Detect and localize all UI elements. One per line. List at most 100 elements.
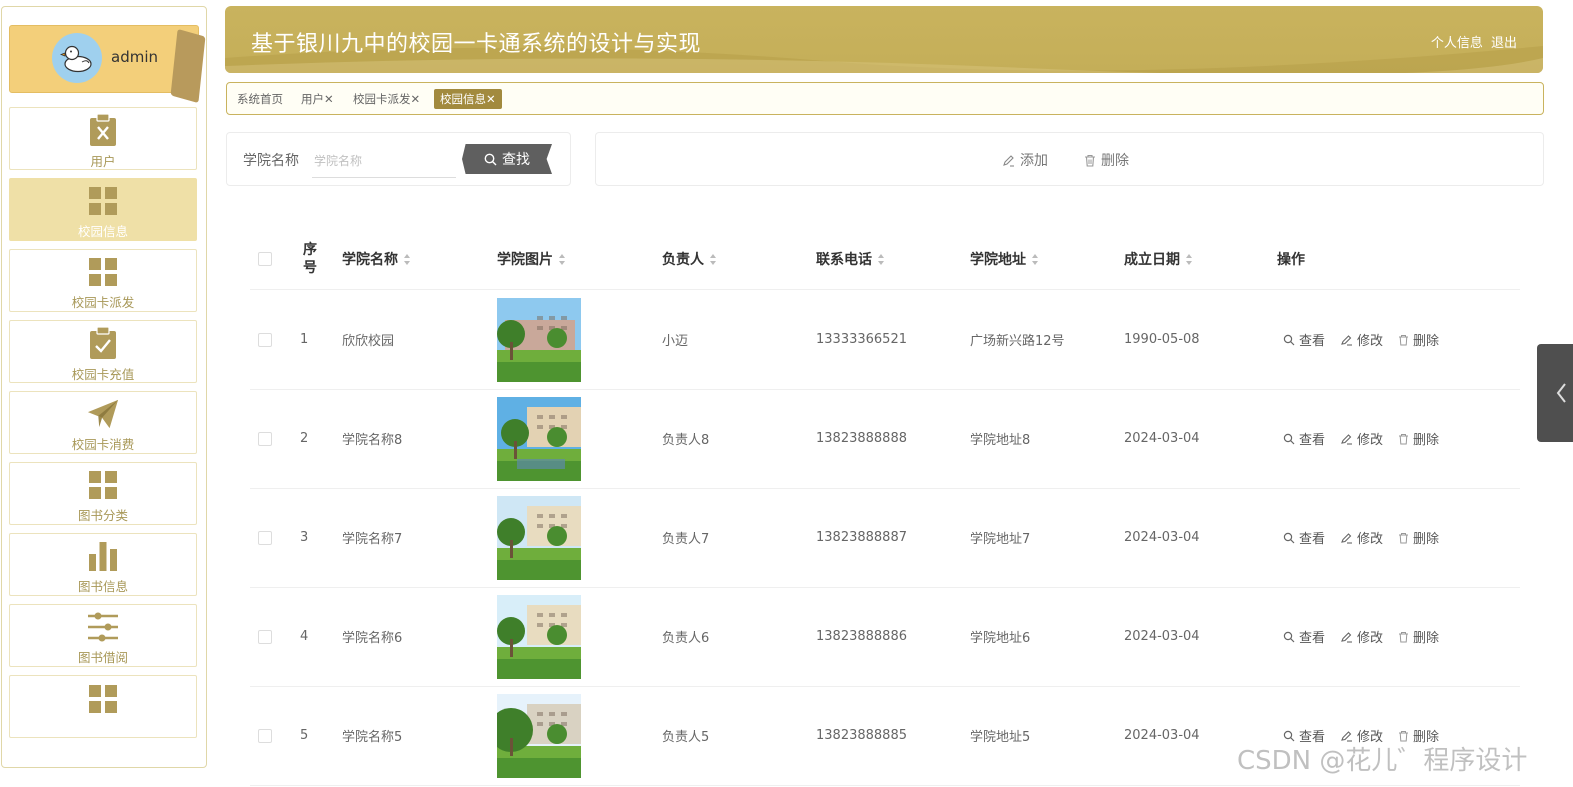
delete-button-label: 删除 — [1101, 153, 1129, 169]
logout-link[interactable]: 退出 — [1491, 36, 1517, 51]
view-button[interactable]: 查看 — [1283, 330, 1325, 349]
search-button-label: 查找 — [502, 152, 530, 168]
cell-phone: 13823888887 — [816, 530, 907, 545]
col-date-header[interactable]: 成立日期 — [1124, 230, 1193, 288]
sidebar-item-book-borrow[interactable]: 图书借阅 — [9, 604, 197, 667]
col-header-label: 联系电话 — [816, 252, 872, 268]
cell-index: 1 — [300, 332, 309, 347]
close-icon[interactable]: ✕ — [324, 92, 334, 106]
side-panel-toggle[interactable] — [1537, 344, 1573, 442]
pencil-icon — [1003, 154, 1014, 167]
cell-date: 2024-03-04 — [1124, 629, 1200, 644]
row-checkbox[interactable] — [258, 389, 272, 488]
header-links: 个人信息 退出 — [1427, 32, 1517, 51]
sort-icon[interactable] — [1186, 253, 1193, 265]
college-image[interactable] — [497, 594, 581, 679]
delete-label: 删除 — [1413, 631, 1440, 646]
sidebar-item-campus-info[interactable]: 校园信息 — [9, 178, 197, 241]
cell-date: 2024-03-04 — [1124, 530, 1200, 545]
cell-leader: 负责人6 — [662, 631, 710, 646]
view-label: 查看 — [1299, 631, 1326, 646]
sort-icon[interactable] — [710, 253, 717, 265]
tab-campus-info[interactable]: 校园信息✕ — [434, 89, 502, 109]
search-button[interactable]: 查找 — [462, 144, 552, 174]
col-address-header[interactable]: 学院地址 — [970, 230, 1039, 288]
sidebar-item-book-category[interactable]: 图书分类 — [9, 462, 197, 525]
view-label: 查看 — [1299, 532, 1326, 547]
view-button[interactable]: 查看 — [1283, 627, 1325, 646]
sort-icon[interactable] — [1032, 253, 1039, 265]
cell-leader: 负责人5 — [662, 730, 710, 745]
sidebar-item-card-issue[interactable]: 校园卡派发 — [9, 249, 197, 312]
sort-icon[interactable] — [878, 253, 885, 265]
row-checkbox[interactable] — [258, 488, 272, 587]
college-image[interactable] — [497, 297, 581, 382]
edit-label: 修改 — [1357, 433, 1384, 448]
close-icon[interactable]: ✕ — [486, 92, 496, 106]
close-icon[interactable]: ✕ — [411, 92, 421, 106]
row-checkbox[interactable] — [258, 686, 272, 785]
col-leader-header[interactable]: 负责人 — [662, 230, 717, 288]
row-checkbox[interactable] — [258, 587, 272, 686]
cell-address: 学院地址7 — [970, 532, 1031, 547]
tab-home[interactable]: 系统首页 — [237, 89, 283, 109]
college-image[interactable] — [497, 495, 581, 580]
cell-index: 3 — [300, 530, 309, 545]
grid-icon — [87, 255, 119, 288]
add-button-label: 添加 — [1020, 153, 1048, 169]
delete-row-button[interactable]: 删除 — [1398, 330, 1439, 349]
col-phone-header[interactable]: 联系电话 — [816, 230, 885, 288]
edit-button[interactable]: 修改 — [1340, 429, 1383, 448]
sidebar-item-card-recharge[interactable]: 校园卡充值 — [9, 320, 197, 383]
paper-plane-icon — [87, 397, 119, 430]
add-button[interactable]: 添加 — [1002, 150, 1048, 170]
trash-icon — [1085, 154, 1095, 167]
watermark: CSDN @花儿゛程序设计 — [1237, 746, 1528, 776]
cell-phone: 13823888885 — [816, 728, 907, 743]
cell-image — [497, 389, 581, 488]
edit-button[interactable]: 修改 — [1340, 528, 1383, 547]
delete-row-button[interactable]: 删除 — [1398, 627, 1439, 646]
delete-label: 删除 — [1413, 433, 1440, 448]
pencil-icon — [1341, 334, 1353, 346]
college-image[interactable] — [497, 693, 581, 778]
clipboard-x-icon — [87, 113, 119, 147]
sort-icon[interactable] — [404, 253, 411, 265]
cell-address: 广场新兴路12号 — [970, 334, 1065, 349]
sidebar-item-card-consume[interactable]: 校园卡消费 — [9, 391, 197, 454]
trash-icon — [1399, 631, 1409, 642]
college-image[interactable] — [497, 396, 581, 481]
sidebar-item-book-info[interactable]: 图书信息 — [9, 533, 197, 596]
cell-address: 学院地址8 — [970, 433, 1031, 448]
col-ops-header: 操作 — [1277, 252, 1305, 268]
search-input[interactable] — [312, 145, 456, 178]
tab-label: 校园卡派发 — [353, 92, 411, 106]
sidebar-item-more[interactable] — [9, 675, 197, 738]
view-button[interactable]: 查看 — [1283, 528, 1325, 547]
view-button[interactable]: 查看 — [1283, 429, 1325, 448]
sidebar-item-label: 图书借阅 — [77, 650, 128, 665]
sidebar-item-label: 校园卡充值 — [71, 367, 135, 382]
bar-chart-icon — [87, 539, 119, 572]
col-image-header[interactable]: 学院图片 — [497, 230, 566, 288]
delete-row-button[interactable]: 删除 — [1398, 429, 1439, 448]
trash-icon — [1399, 532, 1409, 543]
row-checkbox[interactable] — [258, 290, 272, 389]
delete-button[interactable]: 删除 — [1084, 150, 1129, 170]
edit-button[interactable]: 修改 — [1340, 627, 1383, 646]
col-header-label: 学院地址 — [970, 252, 1026, 268]
col-name-header[interactable]: 学院名称 — [342, 230, 411, 288]
search-icon — [484, 153, 497, 165]
cell-date: 2024-03-04 — [1124, 728, 1200, 743]
tab-card-issue[interactable]: 校园卡派发✕ — [353, 89, 420, 109]
pencil-icon — [1341, 532, 1353, 544]
tab-users[interactable]: 用户✕ — [301, 89, 334, 109]
sidebar-item-users[interactable]: 用户 — [9, 107, 197, 170]
search-label: 学院名称 — [243, 153, 299, 169]
edit-button[interactable]: 修改 — [1340, 330, 1383, 349]
sort-icon[interactable] — [559, 253, 566, 265]
select-all-checkbox[interactable] — [258, 230, 272, 288]
profile-link[interactable]: 个人信息 — [1431, 36, 1483, 51]
delete-row-button[interactable]: 删除 — [1398, 528, 1439, 547]
avatar — [52, 33, 102, 83]
